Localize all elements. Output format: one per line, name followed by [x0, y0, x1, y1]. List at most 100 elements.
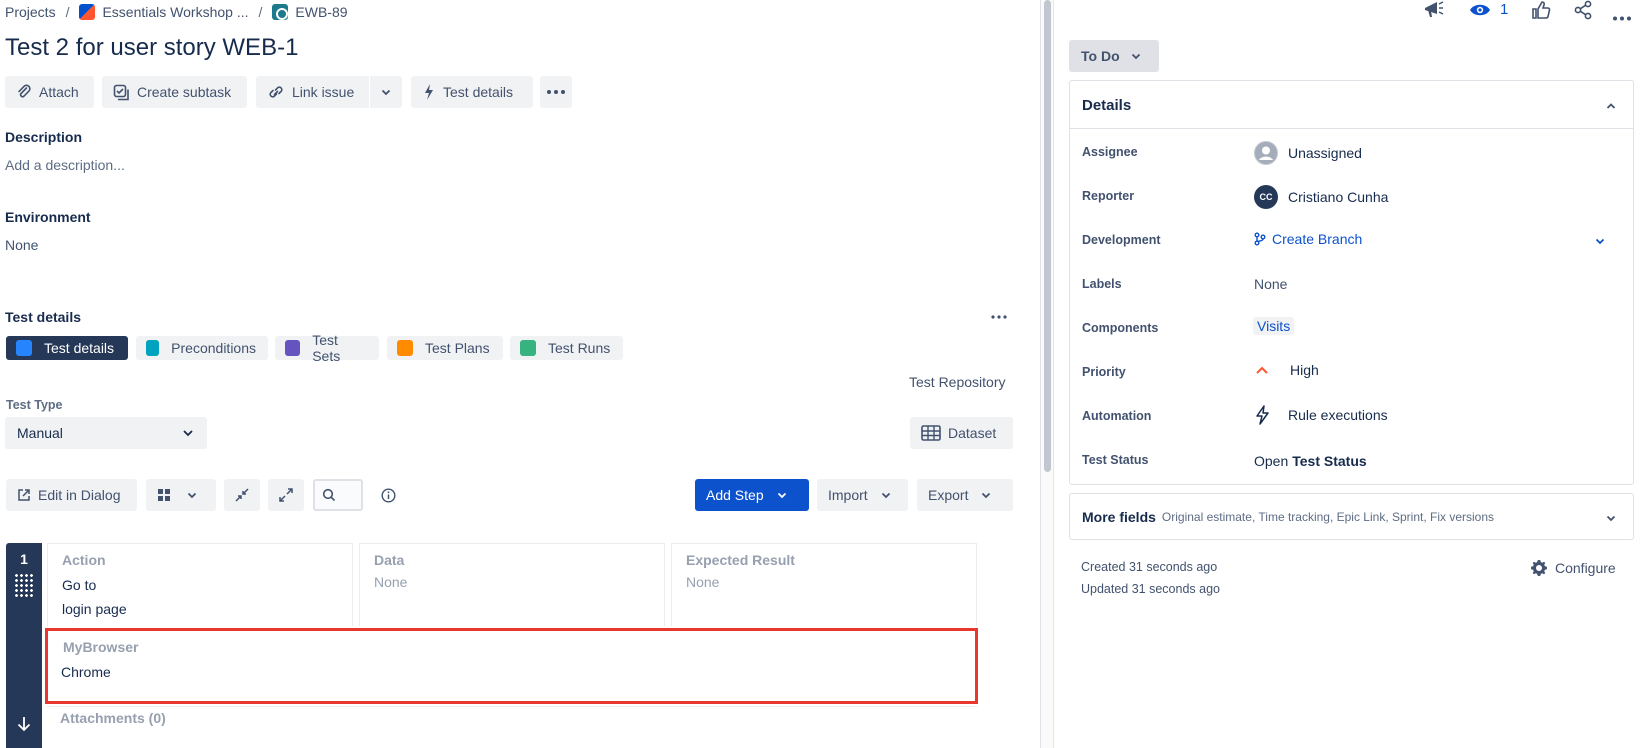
- test-status-name: Test Status: [1292, 453, 1367, 469]
- feedback-button[interactable]: [1423, 0, 1445, 23]
- environment-value[interactable]: None: [5, 237, 38, 253]
- test-details-tab-icon: [16, 340, 32, 356]
- breadcrumb-issue-key[interactable]: EWB-89: [295, 4, 347, 20]
- thumbs-up-icon: [1532, 1, 1551, 19]
- create-branch-link[interactable]: Create Branch: [1254, 231, 1362, 247]
- details-panel: Details Assignee Unassigned Reporter CC …: [1069, 80, 1634, 485]
- test-type-value: Manual: [17, 425, 63, 441]
- automation-label: Automation: [1082, 409, 1152, 423]
- info-icon[interactable]: [381, 488, 396, 506]
- reporter-avatar: CC: [1254, 185, 1278, 209]
- export-label: Export: [928, 487, 969, 503]
- test-repository-link[interactable]: Test Repository: [909, 374, 1005, 390]
- breadcrumb: Projects / Essentials Workshop ... / EWB…: [5, 2, 348, 22]
- attach-button[interactable]: Attach: [5, 76, 94, 108]
- step-action-cell[interactable]: Action Go to login page: [47, 543, 353, 626]
- priority-label: Priority: [1082, 365, 1126, 379]
- scrollbar-thumb[interactable]: [1044, 0, 1051, 472]
- more-horizontal-icon: [991, 315, 1007, 319]
- link-icon: [269, 86, 283, 98]
- step-rail: 1: [6, 543, 42, 748]
- chevron-down-icon[interactable]: [1594, 235, 1606, 247]
- more-horizontal-icon: [1613, 16, 1631, 21]
- watch-button[interactable]: 1: [1469, 1, 1508, 18]
- dataset-label: Dataset: [948, 425, 997, 441]
- add-step-label: Add Step: [706, 487, 764, 503]
- link-issue-dropdown-button[interactable]: [370, 76, 402, 108]
- export-button[interactable]: Export: [917, 479, 1013, 511]
- view-mode-button[interactable]: [146, 479, 216, 511]
- external-link-icon: [18, 489, 30, 501]
- create-subtask-button[interactable]: Create subtask: [102, 76, 247, 108]
- test-details-button[interactable]: Test details: [411, 76, 533, 108]
- expected-result-header: Expected Result: [686, 552, 795, 568]
- chevron-down-icon: [1606, 515, 1616, 522]
- dataset-button[interactable]: Dataset: [910, 417, 1013, 449]
- more-fields-panel[interactable]: More fields Original estimate, Time trac…: [1069, 493, 1634, 540]
- link-issue-button[interactable]: Link issue: [256, 76, 369, 108]
- description-field[interactable]: Add a description...: [5, 157, 125, 173]
- import-label: Import: [828, 487, 868, 503]
- tab-preconditions[interactable]: Preconditions: [136, 336, 268, 360]
- gear-icon: [1531, 560, 1547, 576]
- breadcrumb-projects[interactable]: Projects: [5, 4, 56, 20]
- attachments-header[interactable]: Attachments (0): [60, 710, 166, 726]
- step-data-cell[interactable]: Data None: [359, 543, 665, 626]
- data-header: Data: [374, 552, 405, 568]
- expand-button[interactable]: [268, 479, 304, 511]
- like-button[interactable]: [1531, 0, 1551, 23]
- test-details-label: Test details: [443, 84, 514, 100]
- collapse-button[interactable]: [224, 479, 260, 511]
- action-text-line: Go to: [62, 577, 97, 593]
- expand-icon: [279, 488, 293, 502]
- tab-test-sets[interactable]: Test Sets: [275, 332, 379, 364]
- step-search-input[interactable]: [313, 479, 363, 511]
- share-button[interactable]: [1573, 0, 1593, 23]
- table-icon: [921, 425, 941, 441]
- unassigned-avatar-icon: [1254, 141, 1278, 165]
- updated-timestamp: Updated 31 seconds ago: [1081, 582, 1220, 596]
- development-label: Development: [1082, 233, 1161, 247]
- more-horizontal-icon: [547, 90, 565, 94]
- arrow-down-icon[interactable]: [15, 715, 33, 733]
- tab-test-runs[interactable]: Test Runs: [510, 336, 623, 360]
- main-scrollbar[interactable]: [1041, 0, 1054, 748]
- eye-icon: [1470, 4, 1490, 15]
- chevron-up-icon[interactable]: [1605, 101, 1617, 111]
- tab-test-details[interactable]: Test details: [6, 336, 128, 360]
- issue-title[interactable]: Test 2 for user story WEB-1: [5, 34, 298, 62]
- labels-label: Labels: [1082, 277, 1122, 291]
- more-actions-button[interactable]: [540, 76, 572, 108]
- configure-button[interactable]: Configure: [1530, 559, 1616, 577]
- assignee-name: Unassigned: [1288, 145, 1362, 161]
- issue-actions-button[interactable]: [1612, 8, 1632, 24]
- tab-label: Test Plans: [425, 340, 490, 356]
- tab-label: Test details: [44, 340, 115, 356]
- test-type-select[interactable]: Manual: [5, 417, 207, 449]
- component-tag[interactable]: Visits: [1253, 317, 1295, 335]
- tab-test-plans[interactable]: Test Plans: [387, 336, 503, 360]
- configure-label: Configure: [1555, 560, 1616, 576]
- test-details-more-button[interactable]: [991, 306, 1007, 322]
- test-status-value[interactable]: Open Test Status: [1254, 453, 1367, 469]
- rule-executions-link[interactable]: Rule executions: [1254, 405, 1388, 425]
- chevron-down-icon: [982, 492, 991, 499]
- details-heading[interactable]: Details: [1082, 97, 1131, 114]
- priority-value[interactable]: High: [1254, 362, 1319, 378]
- add-step-button[interactable]: Add Step: [695, 479, 809, 511]
- step-expected-cell[interactable]: Expected Result None: [671, 543, 977, 626]
- chevron-down-icon: [381, 89, 391, 96]
- test-type-label: Test Type: [6, 398, 63, 412]
- data-value: None: [374, 574, 408, 590]
- test-runs-tab-icon: [520, 340, 536, 356]
- assignee-value[interactable]: Unassigned: [1254, 141, 1362, 165]
- labels-value[interactable]: None: [1254, 276, 1287, 292]
- import-button[interactable]: Import: [817, 479, 908, 511]
- breadcrumb-project[interactable]: Essentials Workshop ...: [102, 4, 248, 20]
- status-dropdown[interactable]: To Do: [1069, 40, 1159, 72]
- breadcrumb-separator: /: [65, 4, 70, 20]
- test-issue-type-icon: [272, 4, 289, 20]
- reporter-value[interactable]: CC Cristiano Cunha: [1254, 185, 1388, 209]
- drag-handle-icon[interactable]: [14, 573, 34, 597]
- edit-in-dialog-button[interactable]: Edit in Dialog: [6, 479, 137, 511]
